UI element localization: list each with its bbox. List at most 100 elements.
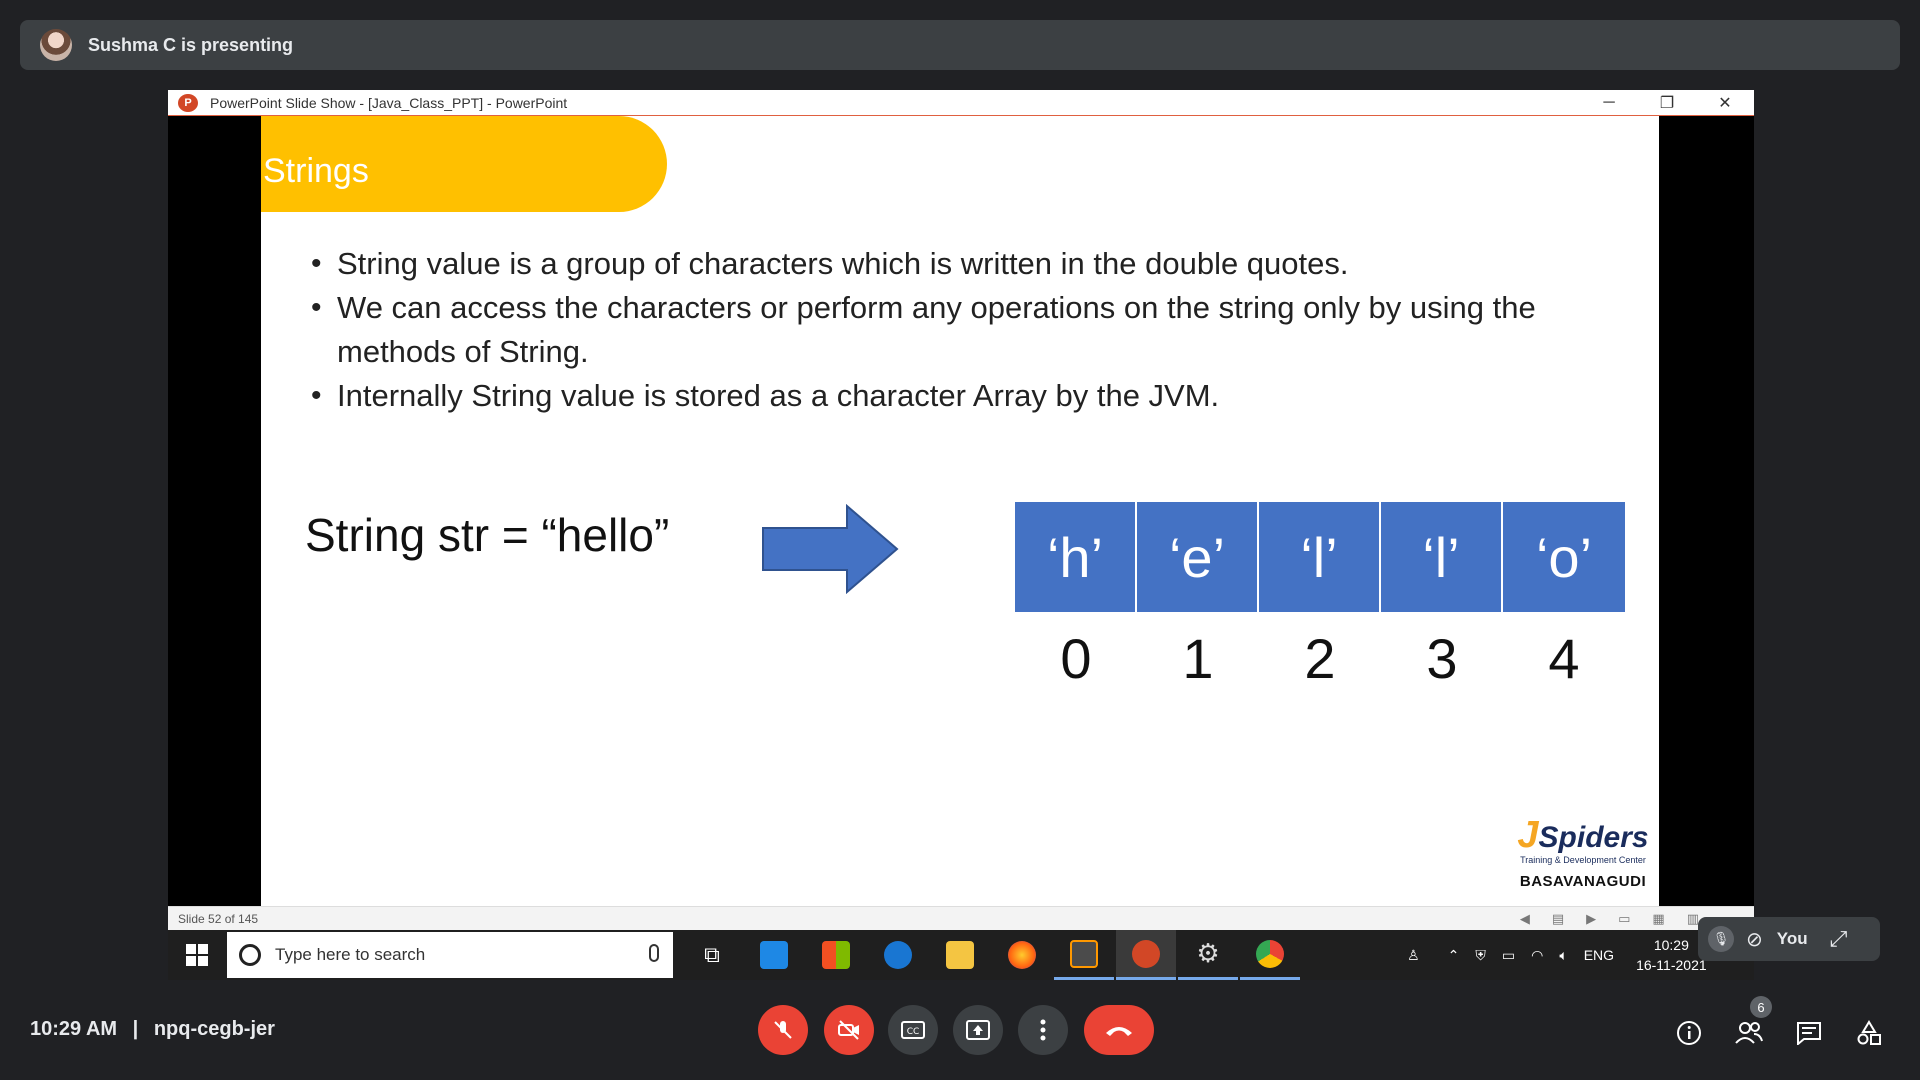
presenter-avatar <box>40 29 72 61</box>
explorer-app[interactable] <box>930 930 990 980</box>
firefox-app[interactable] <box>992 930 1052 980</box>
self-camera-off-icon: ⊘ <box>1746 928 1763 951</box>
present-button[interactable] <box>953 1005 1003 1055</box>
microphone-icon[interactable] <box>649 944 659 962</box>
task-view-button[interactable]: ⧉ <box>682 930 742 980</box>
shared-screen: P PowerPoint Slide Show - [Java_Class_PP… <box>168 90 1754 980</box>
activities-icon <box>1857 1020 1881 1045</box>
logo-tagline: Training & Development Center <box>1520 855 1646 865</box>
security-icon[interactable]: ⛨ <box>1475 947 1486 964</box>
start-button[interactable] <box>168 930 226 980</box>
taskbar-search[interactable]: Type here to search <box>227 932 673 978</box>
svg-text:CC: CC <box>907 1027 920 1037</box>
char-array: ‘h’ ‘e’ ‘l’ ‘l’ ‘o’ <box>1015 502 1625 612</box>
powerpoint-icon: P <box>178 93 198 112</box>
sublime-app[interactable] <box>1054 930 1114 980</box>
char-cell: ‘h’ <box>1015 502 1137 612</box>
taskbar-clock[interactable]: 10:29 16-11-2021 <box>1636 935 1707 975</box>
slide-counter: Slide 52 of 145 <box>178 911 259 926</box>
slide-area: Strings String value is a group of chara… <box>168 116 1754 906</box>
index-label: 2 <box>1304 627 1336 690</box>
captions-button[interactable]: CC <box>888 1005 938 1055</box>
task-view-icon: ⧉ <box>704 942 720 967</box>
people-button[interactable] <box>1732 1016 1766 1050</box>
powerpoint-titlebar: P PowerPoint Slide Show - [Java_Class_PP… <box>168 90 1754 116</box>
char-cell: ‘l’ <box>1381 502 1503 612</box>
char-cell: ‘l’ <box>1259 502 1381 612</box>
battery-icon[interactable]: ▭ <box>1502 947 1515 964</box>
expand-icon[interactable]: ⤢ <box>1830 926 1848 952</box>
end-call-button[interactable] <box>1084 1005 1154 1055</box>
next-icon[interactable]: ▶ <box>1586 911 1596 927</box>
window-title: PowerPoint Slide Show - [Java_Class_PPT]… <box>210 94 568 111</box>
restore-button[interactable]: ❐ <box>1638 90 1696 116</box>
end-call-icon <box>1106 1027 1132 1036</box>
clock-time: 10:29 <box>1653 937 1689 953</box>
bullet-item: String value is a group of characters wh… <box>311 242 1611 286</box>
meeting-code: npq-cegb-jer <box>153 1018 275 1040</box>
sublime-icon <box>1070 939 1098 968</box>
people-tray-icon[interactable]: ♙ <box>1407 947 1420 964</box>
normal-view-icon[interactable]: ▭ <box>1618 911 1630 927</box>
info-icon <box>1677 1021 1701 1045</box>
chat-icon <box>1797 1022 1821 1045</box>
index-label: 1 <box>1182 627 1214 690</box>
more-options-button[interactable] <box>1018 1005 1068 1055</box>
slide-title: Strings <box>263 152 369 190</box>
chevron-up-icon[interactable]: ⌃ <box>1448 947 1460 964</box>
logo-location: BASAVANAGUDI <box>1519 873 1647 890</box>
edge-app[interactable] <box>868 930 928 980</box>
store-app[interactable] <box>806 930 866 980</box>
previous-icon[interactable]: ◀ <box>1520 911 1530 927</box>
meeting-time: 10:29 AM <box>30 1018 118 1040</box>
presenter-label: Sushma C is presenting <box>88 34 294 55</box>
jspiders-logo: JSpiders Training & Development Center B… <box>1513 814 1653 890</box>
people-icon <box>1735 1022 1763 1044</box>
more-icon <box>1040 1019 1046 1041</box>
language-indicator[interactable]: ENG <box>1584 947 1614 963</box>
store-icon <box>822 941 850 969</box>
powerpoint-app[interactable] <box>1116 930 1176 980</box>
meeting-details-button[interactable] <box>1672 1016 1706 1050</box>
index-label: 0 <box>1060 627 1092 690</box>
self-name: You <box>1776 929 1808 948</box>
settings-app[interactable]: ⚙ <box>1178 930 1238 980</box>
bullet-item: Internally String value is stored as a c… <box>311 374 1611 418</box>
close-button[interactable]: ✕ <box>1696 90 1754 116</box>
bullet-list: String value is a group of characters wh… <box>311 242 1611 418</box>
camera-toggle-button[interactable] <box>824 1005 874 1055</box>
logo-j: J <box>1517 814 1539 856</box>
clock-date: 16-11-2021 <box>1636 957 1707 973</box>
chrome-app[interactable] <box>1240 930 1300 980</box>
minimize-button[interactable]: ─ <box>1580 90 1638 116</box>
gear-icon: ⚙ <box>1196 938 1220 968</box>
index-row: 0 1 2 3 4 <box>1015 626 1625 691</box>
index-label: 3 <box>1426 627 1458 690</box>
index-label: 4 <box>1548 627 1580 690</box>
search-placeholder: Type here to search <box>275 945 426 964</box>
menu-icon[interactable]: ▤ <box>1552 911 1564 927</box>
mic-toggle-button[interactable] <box>758 1005 808 1055</box>
mail-icon <box>760 941 788 969</box>
char-cell: ‘o’ <box>1503 502 1625 612</box>
sorter-view-icon[interactable]: ▦ <box>1652 911 1664 927</box>
chat-button[interactable] <box>1792 1016 1826 1050</box>
folder-icon <box>946 941 974 969</box>
char-cell: ‘e’ <box>1137 502 1259 612</box>
mail-app[interactable] <box>744 930 804 980</box>
meeting-separator: | <box>132 1018 139 1040</box>
self-view-tile[interactable]: 🎙︎ ⊘ You ⤢ <box>1698 917 1880 961</box>
captions-icon: CC <box>901 1021 925 1039</box>
self-mic-off-icon: 🎙︎ <box>1708 926 1734 952</box>
meeting-info: 10:29 AM | npq-cegb-jer <box>30 1018 275 1041</box>
logo-name: Spiders <box>1538 821 1649 854</box>
code-example: String str = “hello” <box>305 509 670 561</box>
activities-button[interactable] <box>1852 1016 1886 1050</box>
camera-off-icon <box>838 1020 859 1040</box>
powerpoint-taskbar-icon <box>1132 939 1160 968</box>
wifi-icon[interactable]: ◠ <box>1531 947 1543 964</box>
slideshow-status-bar: Slide 52 of 145 ◀ ▤ ▶ ▭ ▦ ▥ ▬ <box>168 906 1754 930</box>
chrome-icon <box>1256 939 1284 968</box>
meeting-control-bar: 10:29 AM | npq-cegb-jer CC 6 <box>0 996 1920 1080</box>
volume-icon[interactable]: 🔈︎ <box>1559 947 1567 964</box>
